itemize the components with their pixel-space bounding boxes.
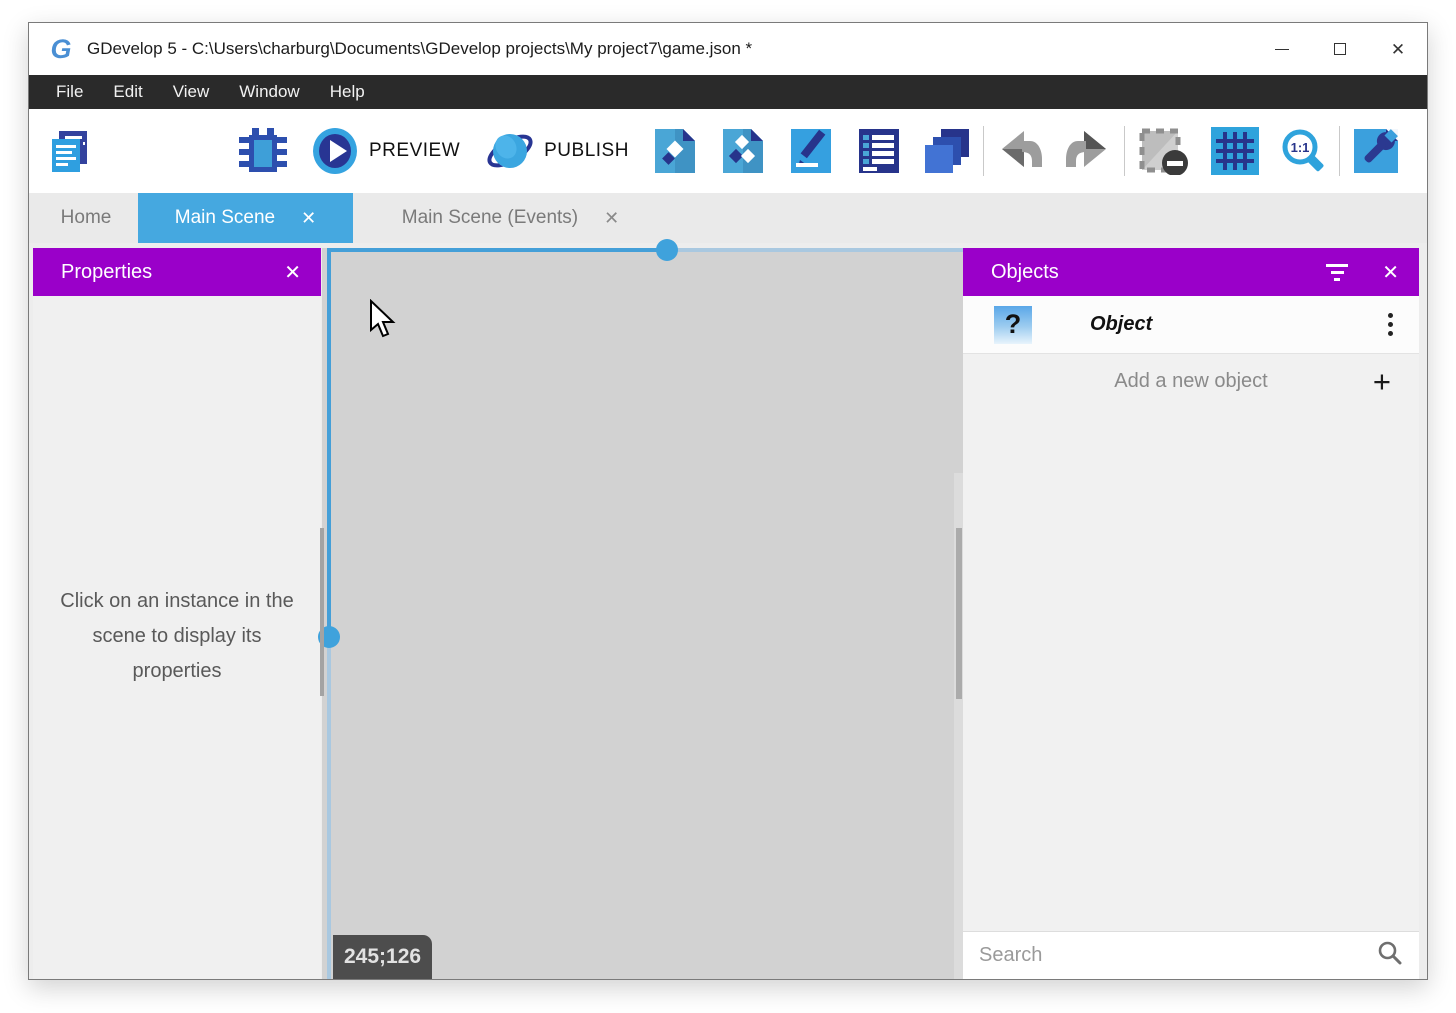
title-bar: G GDevelop 5 - C:\Users\charburg\Documen…: [29, 23, 1427, 75]
properties-close-icon[interactable]: ✕: [284, 260, 301, 285]
close-icon: ✕: [1391, 41, 1405, 58]
add-object-label: Add a new object: [963, 370, 1419, 393]
canvas-right-scrollbar[interactable]: [956, 528, 962, 699]
object-thumbnail-icon: ?: [994, 306, 1032, 344]
minimize-icon: [1275, 49, 1289, 50]
menu-view[interactable]: View: [158, 75, 225, 109]
toolbar-separator: [1339, 126, 1340, 176]
properties-panel-title: Properties: [61, 261, 152, 284]
objects-panel-header: Objects ✕: [963, 248, 1419, 296]
grid-icon[interactable]: [1211, 127, 1259, 175]
toolbar: PREVIEW PUBLISH: [29, 109, 1427, 193]
objects-search-bar: [963, 931, 1419, 979]
window-controls: ✕: [1253, 23, 1427, 75]
object-menu-kebab-icon[interactable]: [1388, 313, 1393, 336]
properties-empty-message: Click on an instance in the scene to dis…: [33, 584, 321, 689]
debug-icon[interactable]: [239, 127, 287, 175]
preview-play-icon[interactable]: [311, 127, 359, 175]
menu-file[interactable]: File: [41, 75, 98, 109]
app-window: G GDevelop 5 - C:\Users\charburg\Documen…: [28, 22, 1428, 980]
menu-bar: File Edit View Window Help: [29, 75, 1427, 109]
menu-help[interactable]: Help: [315, 75, 380, 109]
undo-icon[interactable]: [996, 127, 1044, 175]
window-title: GDevelop 5 - C:\Users\charburg\Documents…: [87, 39, 752, 59]
filter-icon[interactable]: [1326, 264, 1348, 281]
main-area: Properties ✕ Click on an instance in the…: [29, 243, 1427, 979]
maximize-icon: [1334, 43, 1346, 55]
edit-scene-icon[interactable]: [787, 127, 835, 175]
objects-panel: Objects ✕ ? Object Add a new object +: [963, 248, 1419, 979]
toolbar-separator: [983, 126, 984, 176]
scene-properties-icon[interactable]: [651, 127, 699, 175]
add-object-row[interactable]: Add a new object +: [963, 354, 1419, 409]
project-manager-icon[interactable]: [46, 127, 94, 175]
publish-globe-icon[interactable]: [486, 127, 534, 175]
tab-main-scene-events-label: Main Scene (Events): [402, 207, 578, 229]
minimize-button[interactable]: [1253, 23, 1311, 75]
game-window-frame-left-extension: [327, 637, 331, 979]
maximize-button[interactable]: [1311, 23, 1369, 75]
toolbar-separator: [1124, 126, 1125, 176]
gdevelop-logo-icon: G: [45, 33, 77, 65]
add-object-plus-icon[interactable]: +: [1373, 366, 1391, 397]
close-button[interactable]: ✕: [1369, 23, 1427, 75]
objects-close-icon[interactable]: ✕: [1382, 260, 1399, 285]
tab-main-scene-label: Main Scene: [175, 207, 275, 229]
tab-home[interactable]: Home: [34, 193, 138, 243]
tab-close-icon[interactable]: ✕: [604, 209, 619, 227]
mouse-cursor-icon: [368, 299, 396, 339]
properties-panel-header: Properties ✕: [33, 248, 321, 296]
tab-main-scene[interactable]: Main Scene ✕: [138, 193, 353, 243]
tab-close-icon[interactable]: ✕: [301, 209, 316, 227]
object-name: Object: [1090, 313, 1152, 336]
menu-edit[interactable]: Edit: [98, 75, 157, 109]
cursor-coordinates-badge: 245;126: [333, 935, 432, 979]
instances-list-icon[interactable]: [923, 127, 971, 175]
game-window-frame-left: [327, 248, 331, 637]
svg-text:1:1: 1:1: [1291, 140, 1310, 155]
game-window-frame-top: [327, 248, 667, 252]
object-list-item[interactable]: ? Object: [963, 296, 1419, 354]
scene-objects-groups-icon[interactable]: [719, 127, 767, 175]
redo-icon[interactable]: [1064, 127, 1112, 175]
project-tools-wrench-icon[interactable]: [1352, 127, 1400, 175]
frame-resize-handle-top[interactable]: [656, 239, 678, 261]
scene-canvas[interactable]: 245;126: [322, 243, 963, 979]
publish-button[interactable]: PUBLISH: [544, 140, 629, 162]
events-sheet-icon[interactable]: [855, 127, 903, 175]
tab-home-label: Home: [61, 207, 112, 229]
preview-button[interactable]: PREVIEW: [369, 140, 460, 162]
objects-search-input[interactable]: [963, 944, 1377, 967]
zoom-1-1-icon[interactable]: 1:1: [1279, 127, 1327, 175]
delete-mask-icon[interactable]: [1137, 127, 1191, 175]
properties-panel: Properties ✕ Click on an instance in the…: [33, 248, 321, 979]
tab-main-scene-events[interactable]: Main Scene (Events) ✕: [353, 193, 668, 243]
scene-background[interactable]: [322, 248, 963, 979]
search-icon[interactable]: [1377, 940, 1403, 971]
objects-panel-title: Objects: [991, 261, 1059, 284]
game-window-frame-top-extension: [667, 248, 963, 252]
canvas-left-scrollbar[interactable]: [320, 528, 324, 696]
editor-tab-bar: Home Main Scene ✕ Main Scene (Events) ✕: [29, 193, 1427, 243]
menu-window[interactable]: Window: [224, 75, 314, 109]
